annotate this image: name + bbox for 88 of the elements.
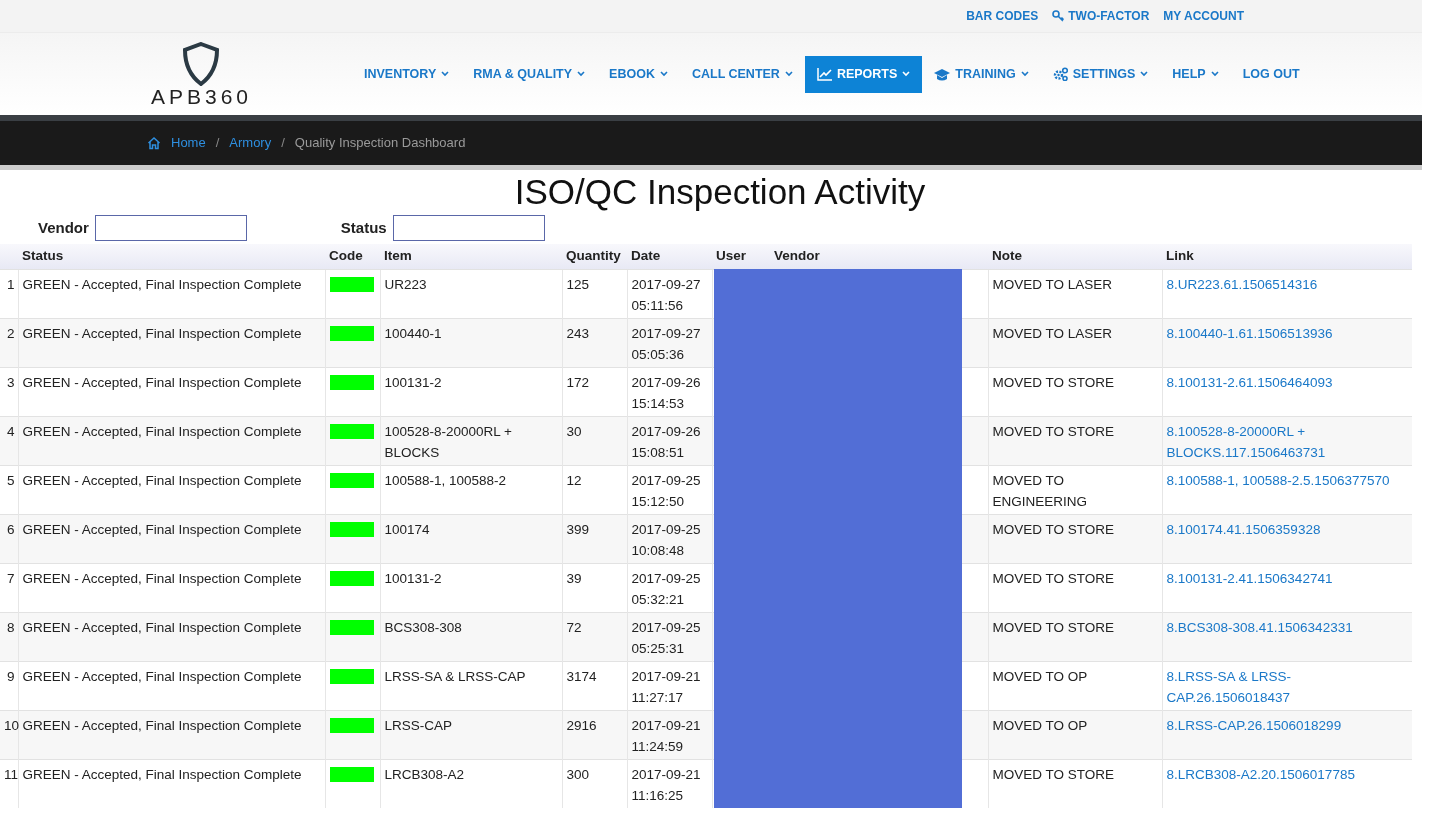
shield-logo-icon xyxy=(182,41,221,86)
row-number: 8 xyxy=(0,612,18,661)
nav-menu-item[interactable]: EBOOK xyxy=(597,55,680,93)
key-icon xyxy=(1052,10,1065,22)
nav-menu-item[interactable]: SETTINGS xyxy=(1040,55,1161,93)
table-cell: MOVED TO LASER xyxy=(988,318,1162,367)
table-cell: 100174 xyxy=(380,514,562,563)
table-cell: 243 xyxy=(562,318,627,367)
table-cell: 30 xyxy=(562,416,627,465)
top-link[interactable]: TWO-FACTOR xyxy=(1052,7,1150,25)
table-cell: 399 xyxy=(562,514,627,563)
filter-label: Vendor xyxy=(38,217,89,238)
table-cell: MOVED TO STORE xyxy=(988,612,1162,661)
table-cell: 100528-8-20000RL + BLOCKS xyxy=(380,416,562,465)
table-cell: 2017-09-21 11:24:59 xyxy=(627,710,712,759)
home-icon xyxy=(147,136,161,150)
record-link[interactable]: 8.LRCB308-A2.20.1506017785 xyxy=(1166,763,1408,785)
gears-icon xyxy=(1052,67,1068,81)
row-number: 2 xyxy=(0,318,18,367)
row-number: 10 xyxy=(0,710,18,759)
filter-field[interactable] xyxy=(94,215,247,241)
breadcrumb-link[interactable]: Armory xyxy=(229,133,272,153)
table-cell: GREEN - Accepted, Final Inspection Complete xyxy=(18,514,325,563)
table-cell: 100440-1 xyxy=(380,318,562,367)
row-number: 4 xyxy=(0,416,18,465)
chevron-down-icon xyxy=(902,71,911,77)
column-header: Code xyxy=(325,244,380,269)
table-cell: 2017-09-27 05:05:36 xyxy=(627,318,712,367)
nav-menu-item[interactable]: REPORTS xyxy=(804,55,923,93)
table-cell: 300 xyxy=(562,759,627,808)
chevron-down-icon xyxy=(1140,71,1149,77)
filter-label: Status xyxy=(340,217,387,238)
record-link[interactable]: 8.100588-1, 100588-2.5.1506377570 xyxy=(1166,469,1408,491)
row-number: 11 xyxy=(0,759,18,808)
table-cell: GREEN - Accepted, Final Inspection Complete xyxy=(18,710,325,759)
breadcrumb-current: Quality Inspection Dashboard xyxy=(294,134,466,153)
table-cell: GREEN - Accepted, Final Inspection Complete xyxy=(18,318,325,367)
column-header: Item xyxy=(380,244,562,269)
table-cell: 2017-09-21 11:16:25 xyxy=(627,759,712,808)
nav-menu-item[interactable]: INVENTORY xyxy=(352,55,462,93)
chevron-down-icon xyxy=(659,71,668,77)
chevron-down-icon xyxy=(1020,71,1029,77)
table-cell: 2916 xyxy=(562,710,627,759)
table-cell: MOVED TO STORE xyxy=(988,514,1162,563)
table-cell: MOVED TO STORE xyxy=(988,416,1162,465)
record-link[interactable]: 8.UR223.61.1506514316 xyxy=(1166,273,1408,295)
column-header: Note xyxy=(988,244,1162,269)
table-cell: LRCB308-A2 xyxy=(380,759,562,808)
table-cell: GREEN - Accepted, Final Inspection Complete xyxy=(18,416,325,465)
nav-menu-item[interactable]: RMA & QUALITY xyxy=(461,55,598,93)
chevron-down-icon xyxy=(441,71,450,77)
page-title: ISO/QC Inspection Activity xyxy=(513,171,927,213)
top-link[interactable]: MY ACCOUNT xyxy=(1163,7,1244,25)
table-cell: 2017-09-25 10:08:48 xyxy=(627,514,712,563)
table-cell: 2017-09-26 15:08:51 xyxy=(627,416,712,465)
line-chart-icon xyxy=(816,67,832,81)
record-link[interactable]: 8.100131-2.61.1506464093 xyxy=(1166,371,1408,393)
row-number: 6 xyxy=(0,514,18,563)
column-header: User xyxy=(712,244,770,269)
record-link[interactable]: 8.LRSS-SA & LRSS-CAP.26.1506018437 xyxy=(1166,665,1408,708)
table-cell: BCS308-308 xyxy=(380,612,562,661)
table-cell: GREEN - Accepted, Final Inspection Complete xyxy=(18,612,325,661)
breadcrumb-link[interactable]: Home xyxy=(171,133,206,153)
chevron-down-icon xyxy=(784,71,793,77)
table-cell: GREEN - Accepted, Final Inspection Complete xyxy=(18,759,325,808)
graduation-cap-icon xyxy=(934,67,951,81)
column-header: Vendor xyxy=(770,244,988,269)
breadcrumb-separator: / xyxy=(281,134,285,153)
table-cell: LRSS-CAP xyxy=(380,710,562,759)
column-header: Status xyxy=(18,244,325,269)
chevron-down-icon xyxy=(1210,71,1219,77)
nav-menu-item[interactable]: LOG OUT xyxy=(1230,55,1312,93)
filter-field[interactable] xyxy=(392,215,545,241)
column-header: Date xyxy=(627,244,712,269)
record-link[interactable]: 8.100131-2.41.1506342741 xyxy=(1166,567,1408,589)
chevron-down-icon xyxy=(577,71,586,77)
table-cell: MOVED TO STORE xyxy=(988,759,1162,808)
table-cell: 72 xyxy=(562,612,627,661)
top-link[interactable]: BAR CODES xyxy=(966,7,1039,25)
nav-menu-item[interactable]: TRAINING xyxy=(922,55,1041,93)
nav-menu-item[interactable]: CALL CENTER xyxy=(679,55,805,93)
nav-menu-item[interactable]: HELP xyxy=(1160,55,1231,93)
column-header: Link xyxy=(1162,244,1412,269)
table-cell: 2017-09-25 05:25:31 xyxy=(627,612,712,661)
logo-text: APB360 xyxy=(150,85,252,107)
breadcrumb-separator: / xyxy=(215,134,220,153)
column-header: Quantity xyxy=(562,244,627,269)
table-cell: MOVED TO OP xyxy=(988,710,1162,759)
